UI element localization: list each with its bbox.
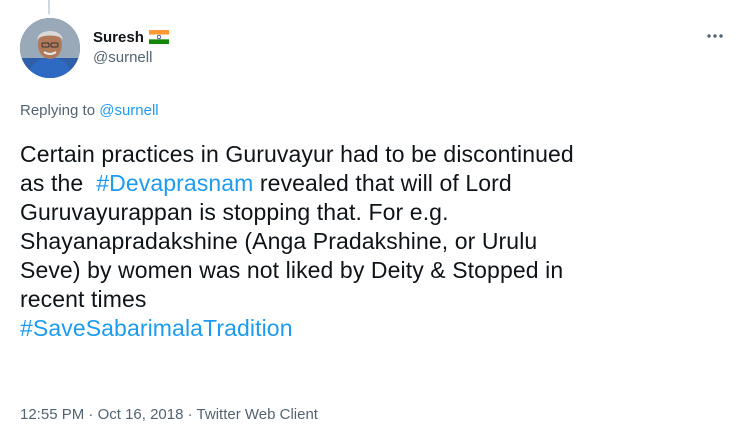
tweet-text-line: as the #Devaprasnam revealed that will o… <box>20 169 735 198</box>
tweet-text-segment: revealed that will of Lord <box>253 170 512 196</box>
tweet-client[interactable]: Twitter Web Client <box>197 406 318 423</box>
thread-connector-line <box>48 0 50 14</box>
tweet-text-line: Seve) by women was not liked by Deity & … <box>20 257 564 283</box>
india-flag-icon <box>148 30 169 44</box>
author-handle[interactable]: @surnell <box>93 49 169 66</box>
replying-to-handle-link[interactable]: @surnell <box>99 102 158 119</box>
author-block: Suresh @surnell <box>93 27 169 66</box>
meta-separator: · <box>183 406 197 423</box>
tweet-time[interactable]: 12:55 PM <box>20 406 84 423</box>
replying-to: Replying to @surnell <box>20 102 159 119</box>
avatar-photo <box>20 18 80 78</box>
tweet-date[interactable]: Oct 16, 2018 <box>98 406 184 423</box>
meta-separator: · <box>84 406 98 423</box>
hashtag-link[interactable]: #Devaprasnam <box>96 170 253 196</box>
tweet-text-line: recent times <box>20 286 147 312</box>
tweet-text-line: Shayanapradakshine (Anga Pradakshine, or… <box>20 228 538 254</box>
hashtag-link[interactable]: #SaveSabarimalaTradition <box>20 315 293 341</box>
tweet-text: Certain practices in Guruvayur had to be… <box>20 140 735 343</box>
more-options-icon[interactable] <box>703 26 727 46</box>
tweet-card: Suresh @surnell Replying to @surnell Cer… <box>0 0 745 437</box>
tweet-text-segment: as the <box>20 170 97 196</box>
tweet-text-line: #SaveSabarimalaTradition <box>20 314 735 343</box>
replying-to-label: Replying to <box>20 102 100 119</box>
tweet-text-line: Guruvayurappan is stopping that. For e.g… <box>20 199 449 225</box>
tweet-metadata: 12:55 PM · Oct 16, 2018 · Twitter Web Cl… <box>20 406 318 423</box>
tweet-text-line: Certain practices in Guruvayur had to be… <box>20 141 574 167</box>
avatar[interactable] <box>20 18 80 78</box>
author-display-name[interactable]: Suresh <box>93 29 144 46</box>
